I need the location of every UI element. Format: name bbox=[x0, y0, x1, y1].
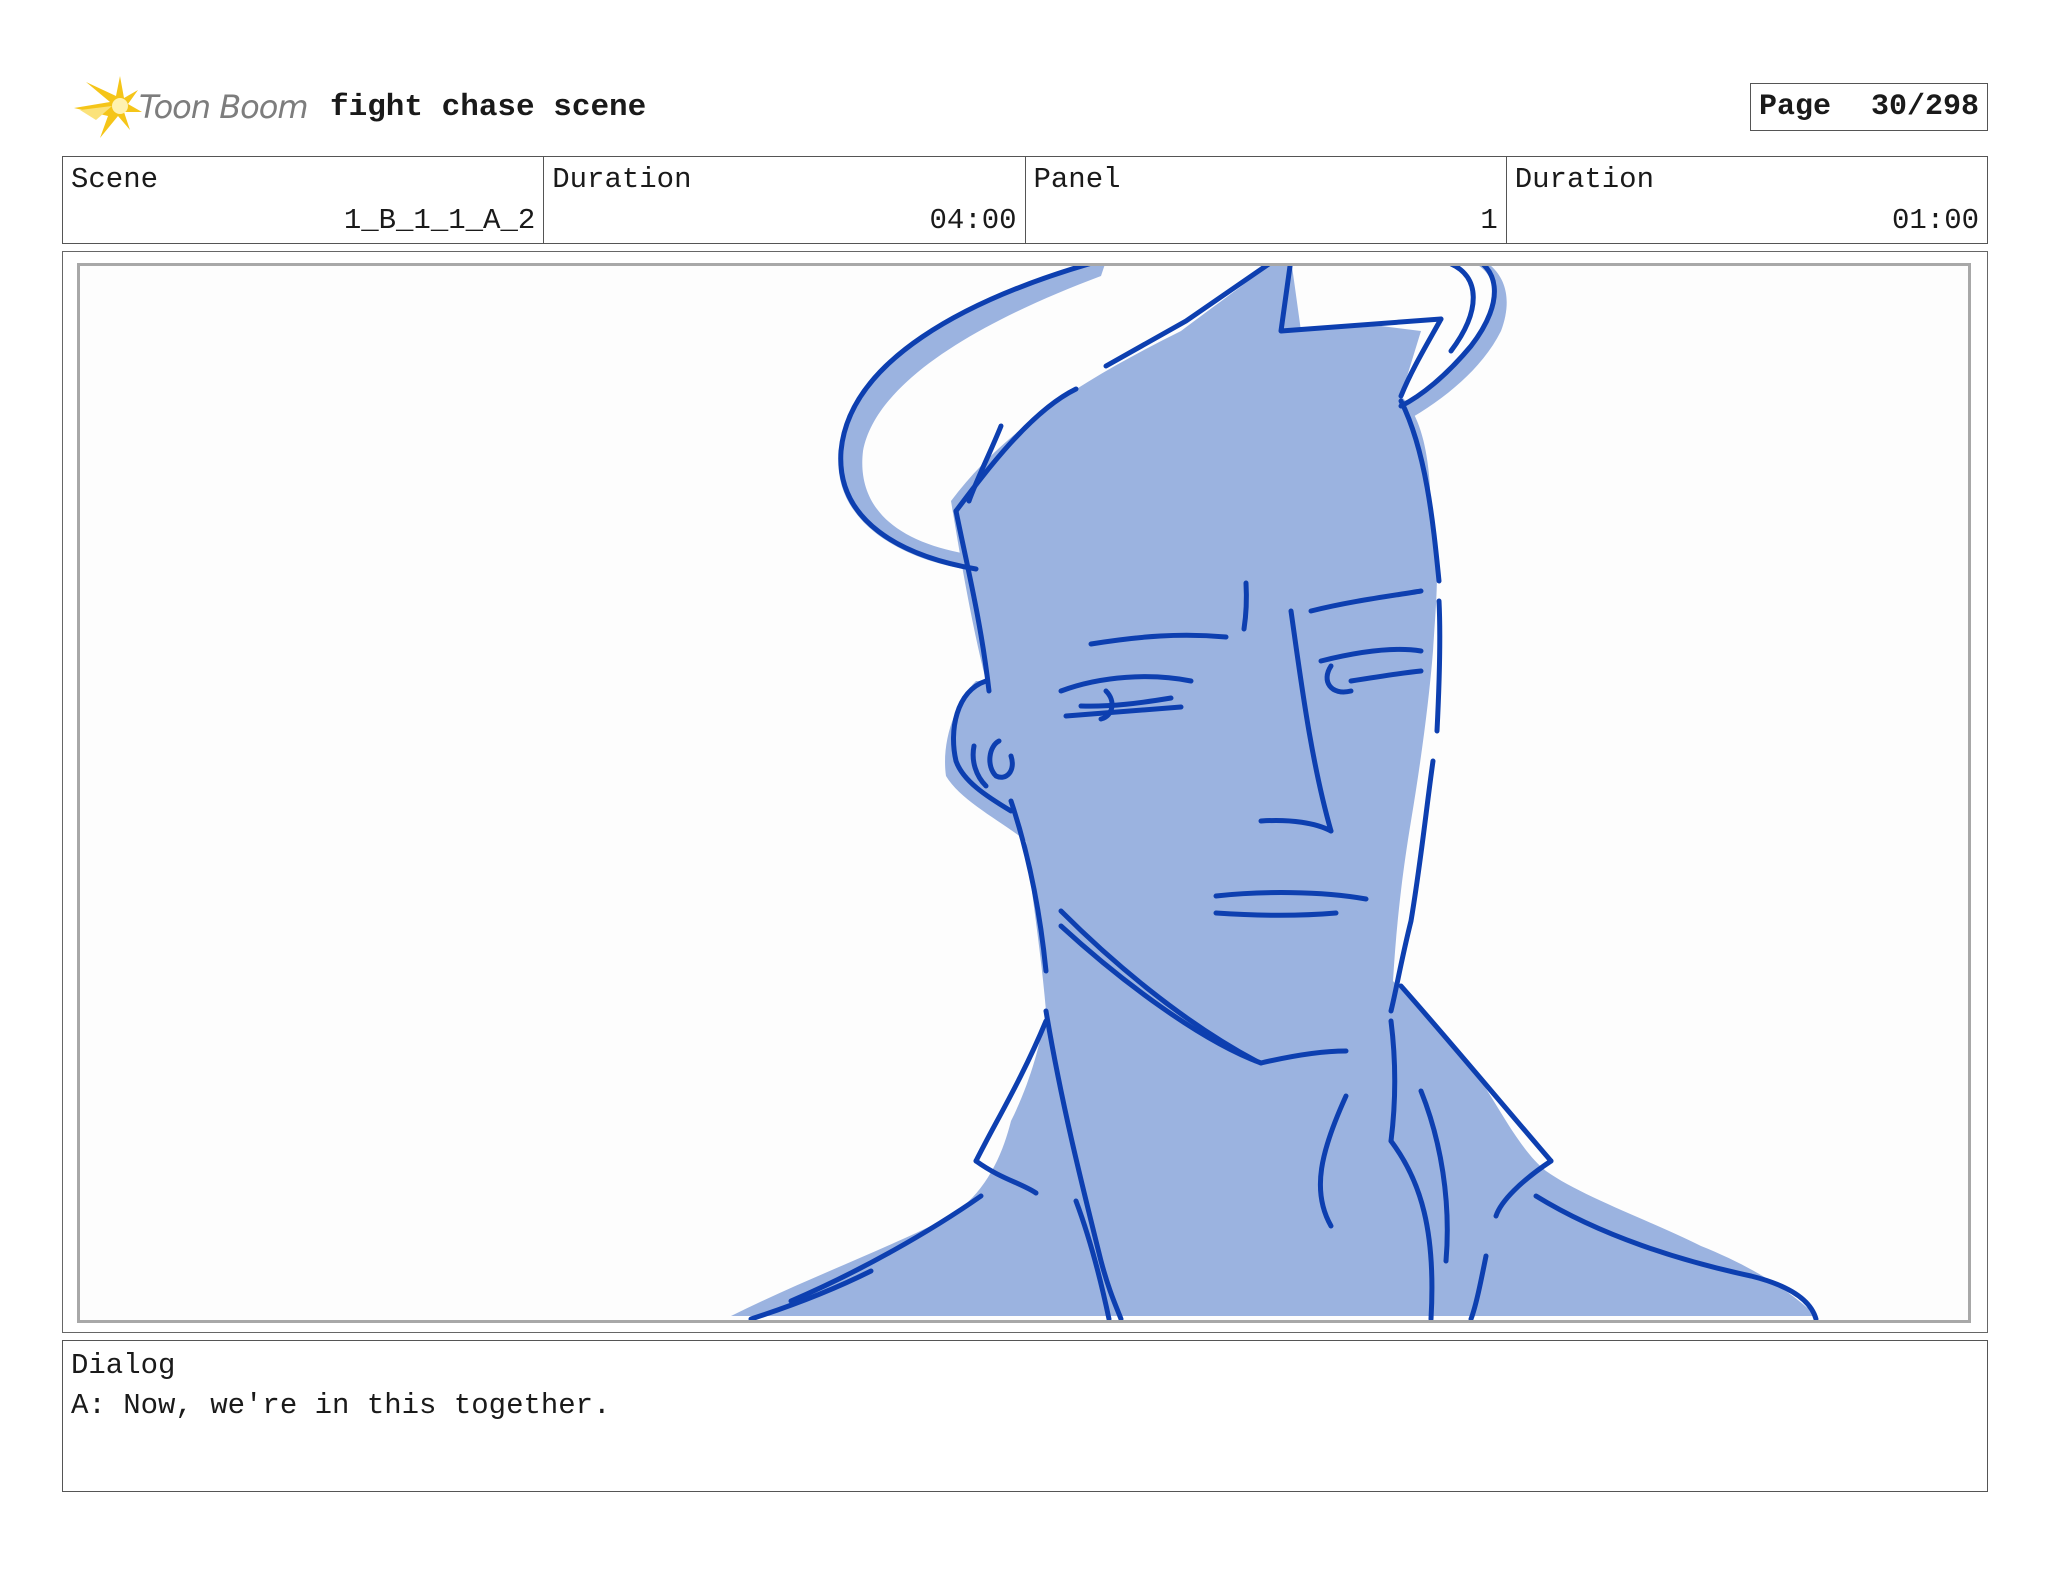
panel-duration-value: 01:00 bbox=[1891, 204, 1979, 237]
scene-value: 1_B_1_1_A_2 bbox=[343, 204, 536, 237]
panel-label: Panel bbox=[1033, 163, 1121, 196]
logo-text: Toon Boom bbox=[139, 88, 308, 126]
character-sketch bbox=[731, 266, 1819, 1320]
panel-frame bbox=[62, 251, 1988, 1333]
scene-duration-label: Duration bbox=[552, 163, 692, 196]
storyboard-header: Toon Boom fight chase scene Page 30/298 bbox=[62, 70, 1988, 144]
panel-image bbox=[77, 263, 1971, 1323]
project-title: fight chase scene bbox=[330, 90, 647, 125]
scene-duration-value: 04:00 bbox=[929, 204, 1017, 237]
scene-duration-cell: Duration 04:00 bbox=[544, 157, 1026, 243]
page-indicator: Page 30/298 bbox=[1750, 83, 1988, 131]
burst-icon bbox=[74, 76, 142, 138]
panel-value: 1 bbox=[1480, 204, 1498, 237]
dialog-label: Dialog bbox=[71, 1349, 176, 1382]
toon-boom-logo: Toon Boom bbox=[66, 72, 316, 142]
page-label: Page bbox=[1759, 90, 1832, 124]
scene-label: Scene bbox=[71, 163, 159, 196]
panel-info-row: Scene 1_B_1_1_A_2 Duration 04:00 Panel 1… bbox=[62, 156, 1988, 244]
dialog-box: Dialog A: Now, we're in this together. bbox=[62, 1340, 1988, 1492]
panel-duration-label: Duration bbox=[1514, 163, 1654, 196]
dialog-text: A: Now, we're in this together. bbox=[71, 1389, 611, 1422]
page-value: 30/298 bbox=[1870, 90, 1979, 124]
scene-cell: Scene 1_B_1_1_A_2 bbox=[63, 157, 545, 243]
panel-duration-cell: Duration 01:00 bbox=[1507, 157, 1987, 243]
panel-cell: Panel 1 bbox=[1026, 157, 1507, 243]
